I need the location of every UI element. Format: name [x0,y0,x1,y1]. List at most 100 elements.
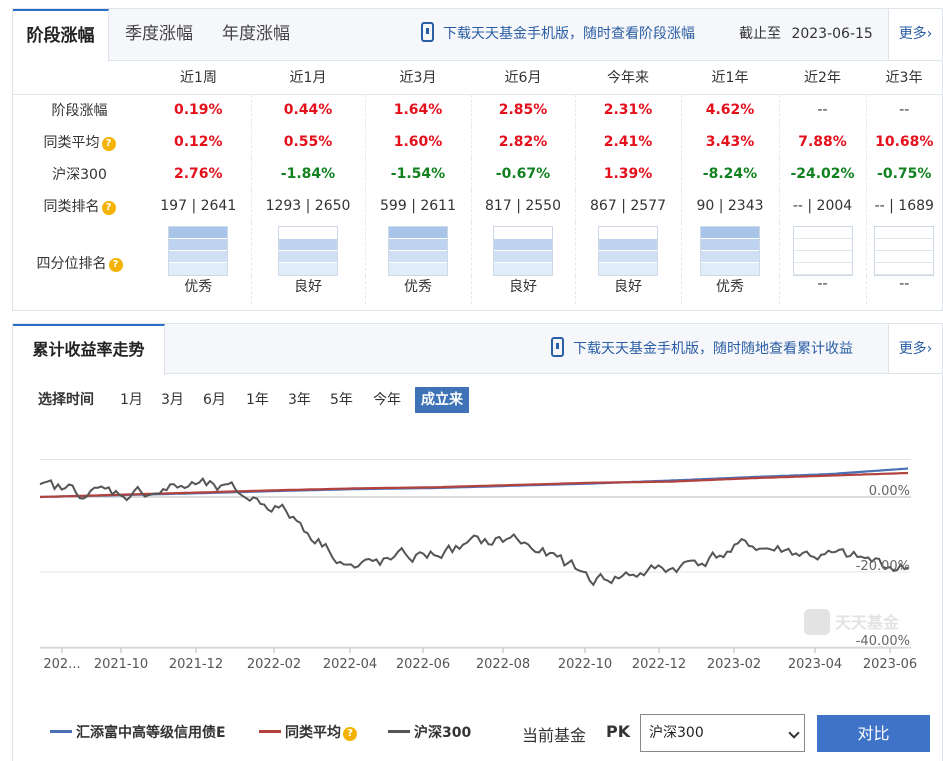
table-cell: 2.31% [575,94,682,126]
y-tick-label: -40.00% [856,634,910,649]
range-option-1m[interactable]: 1月 [120,387,143,413]
row-label: 同类排名? [13,190,146,222]
quartile-segment [389,227,447,239]
as-of-value: 2023-06-15 [791,26,873,42]
legend-item-peer-average[interactable]: 同类平均? [259,722,357,742]
help-icon[interactable]: ? [101,201,116,215]
x-tick-label: 2021-12 [169,657,223,672]
quartile-cell [471,222,576,276]
help-icon[interactable]: ? [343,727,357,741]
table-header-row: 近1周 近1月 近3月 近6月 今年来 近1年 近2年 近3年 [13,61,942,95]
quartile-segment [169,251,228,263]
compare-select-value: 沪深300 [649,725,704,741]
range-option-3m[interactable]: 3月 [161,387,184,413]
more-link[interactable]: 更多› [888,9,942,60]
pk-label: PK [606,722,631,741]
table-cell: -1.84% [251,158,366,190]
range-option-1y[interactable]: 1年 [246,387,269,413]
more-link-2[interactable]: 更多› [888,324,942,373]
legend-item-fund[interactable]: 汇添富中高等级信用债E [50,722,226,742]
tab-stage-return[interactable]: 阶段涨幅 [13,9,109,62]
row-label-text: 同类排名 [43,199,100,215]
x-tick-label: 2022-06 [396,657,450,672]
table-cell: 2.85% [471,94,576,126]
quartile-segment [793,251,852,263]
quartile-segment [279,251,337,263]
table-cell: 599 | 2611 [365,190,472,222]
quartile-bar [598,226,658,276]
y-tick-label: -20.00% [856,559,910,574]
row-label: 四分位排名? [13,222,146,304]
mobile-phone-icon [551,337,564,357]
quartile-bar [168,226,229,276]
download-app-link-2[interactable]: 下载天天基金手机版，随时随地查看累计收益 [551,337,853,361]
chevron-right-icon: › [926,341,933,357]
watermark-text: 天天基金 [835,613,900,632]
table-cell: 197 | 2641 [146,190,252,222]
quartile-segment [494,263,552,275]
x-tick-label: 2023-02 [707,657,761,672]
quartile-segment [599,251,657,263]
legend-item-csi300[interactable]: 沪深300 [388,722,471,742]
range-option-3y[interactable]: 3年 [288,387,311,413]
table-cell: -- | 1689 [874,198,934,214]
quartile-text-row: 优秀 良好 优秀 良好 良好 优秀 -- -- [13,276,942,304]
range-option-5y[interactable]: 5年 [330,387,353,413]
quartile-text: 良好 [471,276,576,304]
table-cell: 90 | 2343 [681,190,780,222]
table-cell: 1.39% [575,158,682,190]
as-of-label: 截止至 [739,26,781,42]
quartile-segment [169,263,228,275]
range-option-ytd[interactable]: 今年 [373,387,401,413]
quartile-segment [389,239,447,251]
table-row: 同类平均? 0.12% 0.55% 1.60% 2.82% 2.41% 3.43% 7.88%… [13,126,942,158]
current-fund-label: 当前基金 [522,726,587,745]
row-label: 同类平均? [13,126,146,158]
quartile-bar [493,226,553,276]
quartile-bar [278,226,338,276]
compare-button[interactable]: 对比 [817,715,930,752]
row-label: 阶段涨幅 [13,94,146,126]
download-app-link[interactable]: 下载天天基金手机版，随时查看阶段涨幅 [421,22,695,46]
table-cell: 817 | 2550 [471,190,576,222]
quartile-segment [701,263,759,275]
table-cell: 1293 | 2650 [251,190,366,222]
quartile-bar [700,226,760,276]
quartile-segment [494,227,552,239]
x-tick-label: 2022-02 [247,657,301,672]
cumulative-tabbar: 累计收益率走势 下载天天基金手机版，随时随地查看累计收益 更多› [13,324,942,375]
legend-swatch-fund [50,730,72,733]
compare-index-select[interactable]: 沪深300 [640,714,805,752]
quartile-segment [701,251,759,263]
range-option-6m[interactable]: 6月 [203,387,226,413]
legend-label-csi300: 沪深300 [414,725,472,741]
tab-cumulative-return[interactable]: 累计收益率走势 [13,324,165,375]
table-cell: -8.24% [681,158,780,190]
tab-year-return[interactable]: 年度涨幅 [222,9,290,61]
series-group [39,467,909,587]
quartile-cell [251,222,366,276]
performance-table-body: 阶段涨幅 0.19% 0.44% 1.64% 2.85% 2.31% 4.62% -- -- 同类… [13,94,942,304]
x-tick-label: 2023-06 [863,657,917,672]
quartile-segment [793,227,852,239]
column-header: 近2年 [779,61,866,95]
help-icon[interactable]: ? [108,258,123,272]
help-icon[interactable]: ? [101,137,116,151]
table-row: 同类排名? 197 | 2641 1293 | 2650 599 | 2611 817 … [13,190,942,222]
tab-quarter-return[interactable]: 季度涨幅 [125,9,193,61]
quartile-row: 四分位排名? [13,222,942,276]
quartile-bar [388,226,448,276]
quartile-cell [779,222,867,276]
more-label: 更多 [898,26,927,42]
quartile-segment [494,239,552,251]
x-tick-labels: 202... 2021-10 2021-12 2022-02 2022-04 2022-0… [43,648,917,672]
column-header: 近3月 [365,61,471,95]
x-tick-label: 202... [43,657,80,672]
table-cell: 1.64% [365,94,472,126]
range-option-since-inception[interactable]: 成立来 [415,387,469,413]
x-tick-label: 2022-12 [632,657,686,672]
column-header: 今年来 [575,61,681,95]
legend-swatch-peer [259,730,281,733]
quartile-segment [793,263,852,275]
watermark: 天天基金 [804,609,900,635]
